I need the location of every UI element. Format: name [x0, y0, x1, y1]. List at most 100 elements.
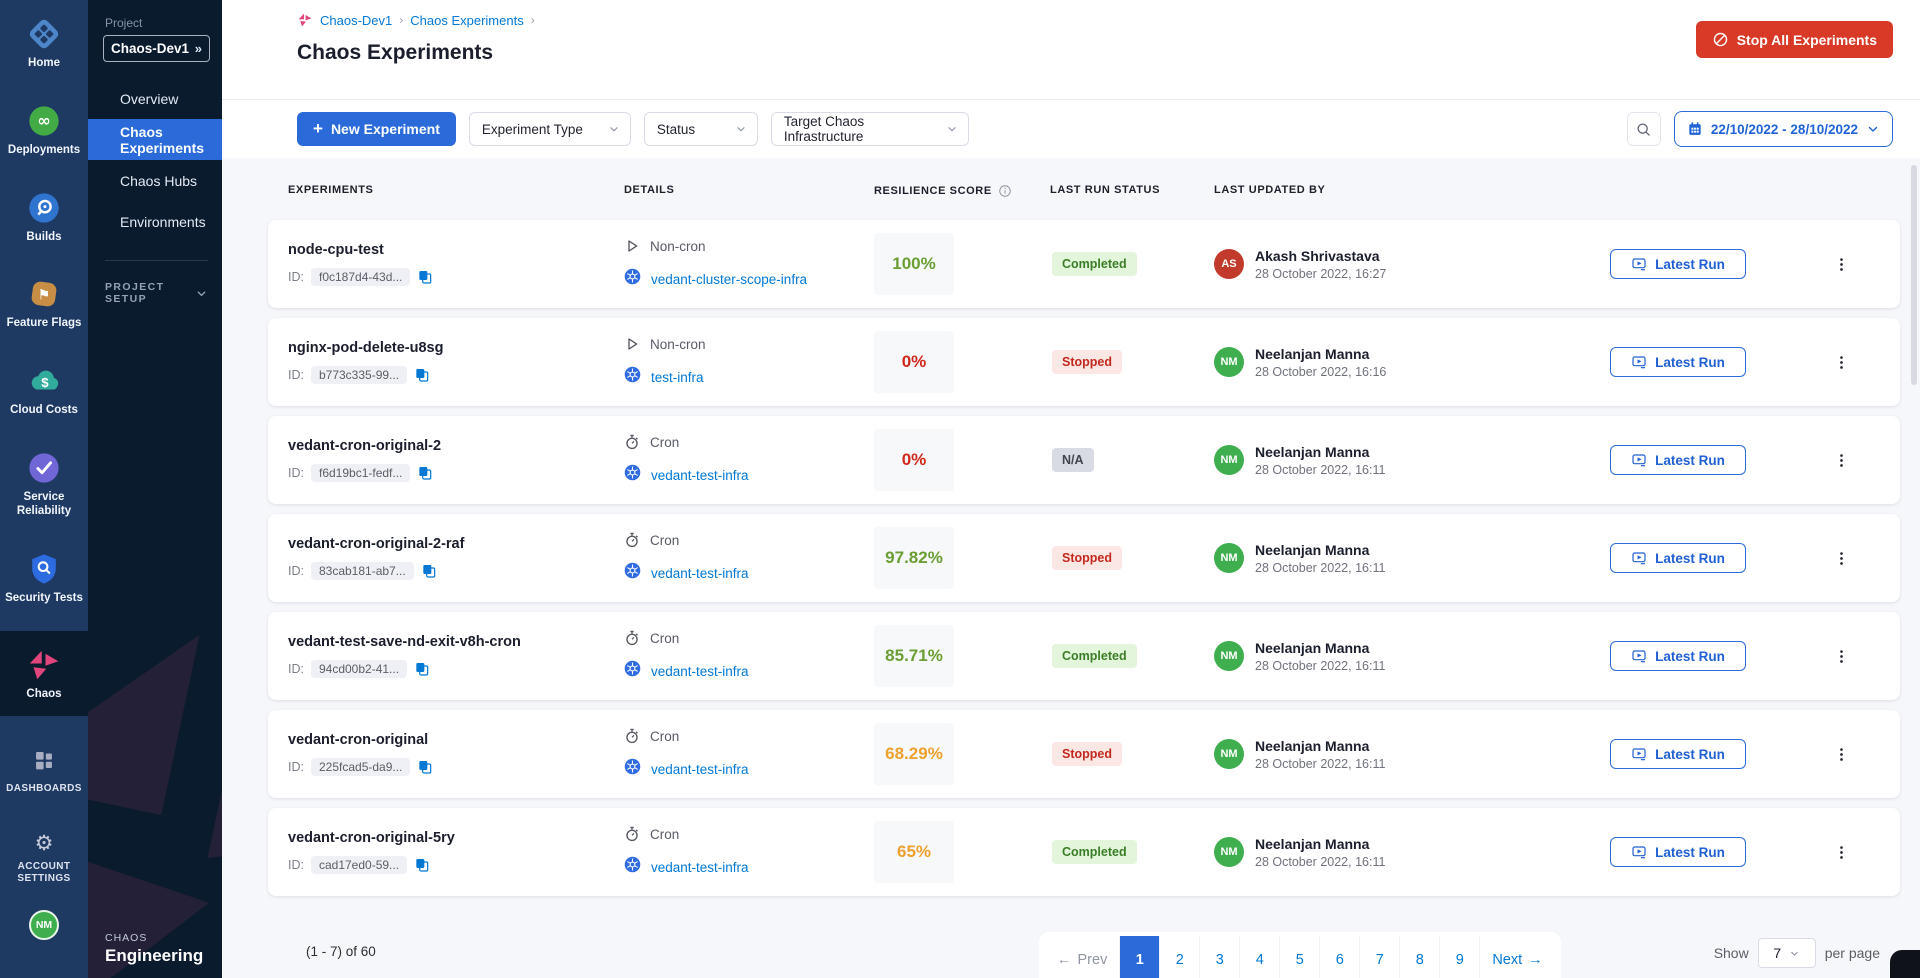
rail-label: Builds	[26, 231, 61, 245]
copy-icon[interactable]	[417, 269, 433, 285]
copy-icon[interactable]	[417, 465, 433, 481]
schedule-type: Cron	[650, 435, 679, 450]
rail-item-home[interactable]: Home	[0, 10, 88, 77]
stop-all-experiments-button[interactable]: Stop All Experiments	[1696, 21, 1893, 58]
page-button-1[interactable]: 1	[1119, 936, 1159, 978]
avatar: NM	[1214, 739, 1244, 769]
infrastructure-link[interactable]: vedant-test-infra	[651, 566, 749, 581]
rail-item-dashboards[interactable]: DASHBOARDS	[0, 736, 88, 802]
copy-icon[interactable]	[414, 857, 430, 873]
project-selector-input[interactable]: Chaos-Dev1 »	[103, 35, 210, 62]
user-name: Neelanjan Manna	[1255, 444, 1385, 460]
infrastructure-link[interactable]: vedant-test-infra	[651, 762, 749, 777]
rail-item-chaos[interactable]: Chaos	[0, 631, 88, 716]
date-range-picker[interactable]: 22/10/2022 - 28/10/2022	[1674, 111, 1893, 147]
chat-widget-corner[interactable]	[1890, 950, 1920, 978]
rail-item-cloud-costs[interactable]: $ Cloud Costs	[0, 357, 88, 424]
table-row[interactable]: vedant-cron-original-2 ID: f6d19bc1-fedf…	[268, 416, 1900, 504]
rail-item-service-reliability[interactable]: Service Reliability	[0, 444, 88, 525]
stopwatch-icon	[624, 826, 640, 842]
latest-run-button[interactable]: Latest Run	[1610, 837, 1746, 867]
next-page-button[interactable]: Next →	[1479, 936, 1554, 978]
table-row[interactable]: vedant-test-save-nd-exit-v8h-cron ID: 94…	[268, 612, 1900, 700]
table-row[interactable]: node-cpu-test ID: f0c187d4-43d... Non-cr…	[268, 220, 1900, 308]
status-badge: Stopped	[1052, 742, 1122, 766]
expand-projects-icon[interactable]: »	[195, 41, 202, 56]
status-filter[interactable]: Status	[644, 112, 758, 146]
chaos-breadcrumb-icon	[297, 12, 313, 28]
project-setup-toggle[interactable]: PROJECT SETUP	[105, 281, 208, 305]
vertical-scrollbar[interactable]	[1911, 165, 1917, 385]
page-button-6[interactable]: 6	[1319, 936, 1359, 978]
rail-item-feature-flags[interactable]: ⚑ Feature Flags	[0, 270, 88, 337]
gear-icon: ⚙	[35, 830, 54, 856]
breadcrumb-link-project[interactable]: Chaos-Dev1	[320, 13, 392, 28]
latest-run-button[interactable]: Latest Run	[1610, 543, 1746, 573]
latest-run-button[interactable]: Latest Run	[1610, 445, 1746, 475]
updated-date: 28 October 2022, 16:16	[1255, 365, 1386, 379]
id-label: ID:	[288, 564, 304, 578]
copy-icon[interactable]	[414, 367, 430, 383]
sidebar-item-chaos-hubs[interactable]: Chaos Hubs	[88, 160, 222, 201]
page-button-3[interactable]: 3	[1199, 936, 1239, 978]
page-button-7[interactable]: 7	[1359, 936, 1399, 978]
row-menu-button[interactable]	[1782, 648, 1900, 665]
row-menu-button[interactable]	[1782, 844, 1900, 861]
schedule-type: Non-cron	[650, 337, 706, 352]
experiment-id: cad17ed0-59...	[311, 856, 407, 874]
infrastructure-link[interactable]: vedant-test-infra	[651, 664, 749, 679]
resilience-score: 100%	[874, 233, 954, 295]
row-menu-button[interactable]	[1782, 452, 1900, 469]
table-row[interactable]: vedant-cron-original-2-raf ID: 83cab181-…	[268, 514, 1900, 602]
rail-user-avatar[interactable]: NM	[0, 904, 88, 946]
experiment-type-filter[interactable]: Experiment Type	[469, 112, 631, 146]
copy-icon[interactable]	[414, 661, 430, 677]
table-row[interactable]: nginx-pod-delete-u8sg ID: b773c335-99...…	[268, 318, 1900, 406]
copy-icon[interactable]	[421, 563, 437, 579]
sidebar-item-overview[interactable]: Overview	[88, 78, 222, 119]
column-header-last-run-status: LAST RUN STATUS	[1050, 176, 1214, 196]
latest-run-button[interactable]: Latest Run	[1610, 347, 1746, 377]
prev-page-button[interactable]: ← Prev	[1045, 936, 1119, 978]
sidebar-item-chaos-experiments[interactable]: Chaos Experiments	[88, 119, 222, 160]
infrastructure-link[interactable]: vedant-cluster-scope-infra	[651, 272, 807, 287]
page-size-select[interactable]: 7	[1758, 938, 1816, 968]
row-menu-button[interactable]	[1782, 354, 1900, 371]
page-button-5[interactable]: 5	[1279, 936, 1319, 978]
table-row[interactable]: vedant-cron-original ID: 225fcad5-da9...…	[268, 710, 1900, 798]
page-button-4[interactable]: 4	[1239, 936, 1279, 978]
page-button-2[interactable]: 2	[1159, 936, 1199, 978]
rail-item-builds[interactable]: Builds	[0, 184, 88, 251]
rail-item-deployments[interactable]: ∞ Deployments	[0, 97, 88, 164]
search-button[interactable]	[1627, 112, 1661, 146]
infrastructure-link[interactable]: vedant-test-infra	[651, 468, 749, 483]
avatar: NM	[1214, 641, 1244, 671]
plus-icon: +	[313, 119, 323, 139]
table-row[interactable]: vedant-cron-original-5ry ID: cad17ed0-59…	[268, 808, 1900, 896]
rail-item-security-tests[interactable]: Security Tests	[0, 545, 88, 612]
rail-item-account-settings[interactable]: ⚙ ACCOUNT SETTINGS	[0, 824, 88, 892]
target-infrastructure-filter[interactable]: Target Chaos Infrastructure	[771, 112, 969, 146]
infrastructure-link[interactable]: vedant-test-infra	[651, 860, 749, 875]
sidebar-item-environments[interactable]: Environments	[88, 201, 222, 242]
infrastructure-link[interactable]: test-infra	[651, 370, 704, 385]
breadcrumb-link-experiments[interactable]: Chaos Experiments	[410, 13, 523, 28]
copy-icon[interactable]	[417, 759, 433, 775]
rail-label: ACCOUNT SETTINGS	[12, 861, 76, 886]
latest-run-button[interactable]: Latest Run	[1610, 249, 1746, 279]
latest-run-button[interactable]: Latest Run	[1610, 641, 1746, 671]
latest-run-button[interactable]: Latest Run	[1610, 739, 1746, 769]
info-icon[interactable]	[998, 184, 1012, 198]
row-menu-button[interactable]	[1782, 550, 1900, 567]
new-experiment-button[interactable]: + New Experiment	[297, 112, 456, 146]
id-label: ID:	[288, 466, 304, 480]
user-name: Neelanjan Manna	[1255, 738, 1385, 754]
row-menu-button[interactable]	[1782, 746, 1900, 763]
row-menu-button[interactable]	[1782, 256, 1900, 273]
page-button-9[interactable]: 9	[1439, 936, 1479, 978]
svg-text:$: $	[41, 375, 49, 390]
page-button-8[interactable]: 8	[1399, 936, 1439, 978]
schedule-type: Cron	[650, 533, 679, 548]
kebab-menu-icon	[1833, 354, 1850, 371]
id-label: ID:	[288, 760, 304, 774]
